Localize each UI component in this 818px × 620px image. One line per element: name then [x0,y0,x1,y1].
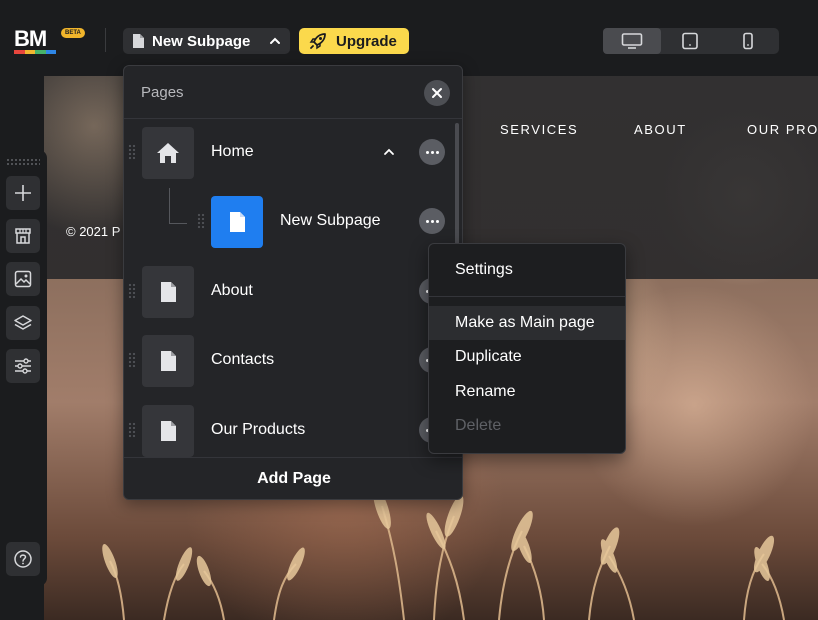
site-nav-our-products[interactable]: OUR PRO [747,122,818,137]
tablet-icon [682,32,698,50]
tablet-view-button[interactable] [661,28,719,54]
page-label-about: About [211,282,253,299]
top-toolbar: BM BETA New Subpage Upgrade [0,0,818,64]
our-products-page-thumbnail [142,405,194,457]
page-options-button[interactable] [419,208,445,234]
layers-button[interactable] [6,306,40,340]
layers-icon [14,315,32,330]
menu-divider [429,296,625,297]
help-icon [14,550,32,568]
upgrade-label: Upgrade [336,32,397,50]
menu-item-settings[interactable]: Settings [429,253,625,287]
desktop-view-button[interactable] [603,28,661,54]
drag-handle-icon[interactable] [128,283,136,299]
editor-window: SERVICES ABOUT OUR PRO © 2021 P BM BETA … [0,0,818,620]
page-row-about[interactable]: About [124,266,454,326]
left-tool-sidebar [0,150,47,586]
settings-sliders-button[interactable] [6,349,40,383]
page-row-home[interactable]: Home [124,127,454,187]
store-icon [15,228,31,244]
page-row-our-products[interactable]: Our Products [124,405,454,457]
menu-item-make-main-page[interactable]: Make as Main page [429,306,625,340]
page-row-contacts[interactable]: Contacts [124,335,454,395]
drag-handle-icon[interactable] [128,352,136,368]
page-context-menu: Settings Make as Main page Duplicate Ren… [428,243,626,454]
page-switcher-dropdown[interactable]: New Subpage [123,28,290,54]
page-label-home: Home [211,143,254,160]
site-nav-about[interactable]: ABOUT [634,122,687,137]
site-nav-services[interactable]: SERVICES [500,122,578,137]
store-button[interactable] [6,219,40,253]
add-icon [15,185,31,201]
chevron-up-icon [270,37,280,44]
drag-handle-icon[interactable] [128,422,136,438]
page-icon [161,282,176,302]
beta-badge: BETA [61,28,85,38]
page-icon [230,212,245,232]
desktop-icon [621,33,643,49]
home-icon [157,143,179,163]
app-logo: BM BETA [14,26,104,56]
site-copyright: © 2021 P [66,224,121,239]
page-options-button[interactable] [419,139,445,165]
page-label-new-subpage: New Subpage [280,212,381,229]
page-row-new-subpage[interactable]: New Subpage [124,196,454,256]
rocket-icon [309,33,326,50]
menu-item-rename[interactable]: Rename [429,375,625,409]
sliders-icon [15,358,31,374]
about-page-thumbnail [142,266,194,318]
close-icon [432,88,442,98]
mobile-view-button[interactable] [719,28,777,54]
logo-text: BM [14,26,47,51]
page-label-our-products: Our Products [211,421,306,438]
chevron-up-icon[interactable] [383,146,395,158]
media-button[interactable] [6,262,40,296]
image-icon [14,270,32,288]
logo-color-stripe [14,50,56,54]
upgrade-button[interactable]: Upgrade [299,28,409,54]
pages-panel: Pages Home New Subpage About Contacts Ou… [123,65,463,500]
page-icon [133,34,144,48]
drag-handle-icon[interactable] [197,213,205,229]
device-preview-switcher [603,28,779,54]
page-label-contacts: Contacts [211,351,275,368]
pages-list: Home New Subpage About Contacts Our Prod… [124,119,462,457]
page-switcher-label: New Subpage [152,32,251,50]
mobile-icon [743,32,753,50]
toolbar-divider [105,28,106,52]
help-button[interactable] [6,542,40,576]
drag-handle-icon[interactable] [128,144,136,160]
new-subpage-thumbnail [211,196,263,248]
close-pages-panel-button[interactable] [424,80,450,106]
home-page-thumbnail [142,127,194,179]
menu-item-duplicate[interactable]: Duplicate [429,340,625,374]
sidebar-drag-handle[interactable] [6,158,40,166]
menu-item-delete: Delete [455,417,502,434]
page-icon [161,421,176,441]
add-page-button[interactable]: Add Page [124,458,462,499]
page-icon [161,351,176,371]
contacts-page-thumbnail [142,335,194,387]
pages-panel-title: Pages [141,84,184,101]
add-element-button[interactable] [6,176,40,210]
